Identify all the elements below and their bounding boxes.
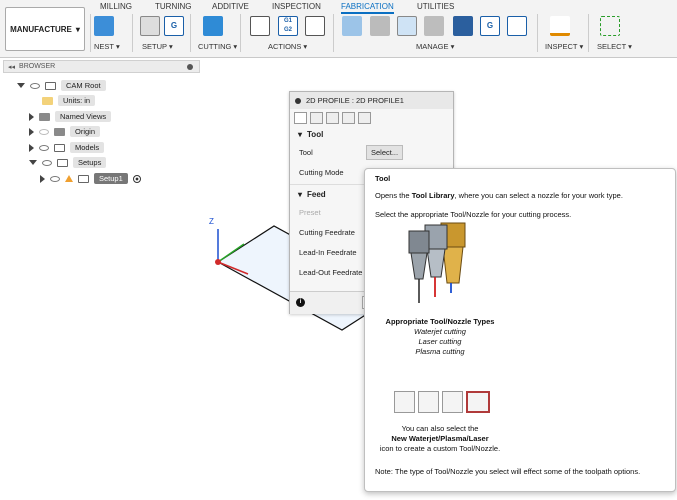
nozzle-illustration bbox=[408, 222, 466, 303]
z-axis-label: Z bbox=[209, 217, 214, 226]
new-plasma-icon bbox=[442, 391, 463, 413]
type-waterjet: Waterjet cutting bbox=[414, 327, 466, 336]
tool-section-header[interactable]: ▾ Tool bbox=[290, 127, 453, 142]
also-line1: You can also select the bbox=[401, 424, 479, 433]
lead-out-feedrate-label: Lead-Out Feedrate bbox=[299, 267, 363, 277]
new-custom-tool-icon bbox=[466, 391, 490, 413]
section-label: Tool bbox=[307, 130, 324, 139]
chevron-down-icon: ▾ bbox=[298, 130, 303, 139]
new-tool-icon-strip bbox=[394, 391, 490, 413]
select-tool-button[interactable]: Select... bbox=[366, 144, 404, 160]
info-icon[interactable]: i bbox=[296, 298, 305, 307]
new-waterjet-icon bbox=[394, 391, 415, 413]
new-laser-icon bbox=[418, 391, 439, 413]
types-heading: Appropriate Tool/Nozzle Types bbox=[385, 317, 495, 326]
tool-row: Tool Select... bbox=[290, 142, 453, 162]
cutting-feedrate-label: Cutting Feedrate bbox=[299, 227, 355, 237]
dialog-pin-icon[interactable] bbox=[295, 97, 301, 104]
preset-label: Preset bbox=[299, 207, 321, 217]
type-plasma: Plasma cutting bbox=[415, 347, 465, 356]
tool-label: Tool bbox=[299, 147, 313, 157]
tooltip-title: Tool bbox=[375, 174, 391, 183]
dialog-tabs bbox=[290, 109, 453, 127]
chevron-down-icon: ▾ bbox=[298, 190, 303, 199]
origin-point bbox=[215, 259, 221, 265]
lead-in-feedrate-label: Lead-In Feedrate bbox=[299, 247, 357, 257]
tab-heights-icon[interactable] bbox=[326, 112, 339, 124]
tooltip-line1-a: Opens the bbox=[375, 191, 412, 200]
dialog-titlebar[interactable]: 2D PROFILE : 2D PROFILE1 bbox=[290, 92, 453, 109]
tooltip-line1-b: Tool Library bbox=[411, 191, 455, 200]
also-line2: New Waterjet/Plasma/Laser bbox=[391, 434, 489, 443]
tab-linking-icon[interactable] bbox=[358, 112, 371, 124]
tooltip-line1-c: , where you can select a nozzle for your… bbox=[454, 191, 623, 200]
tooltip-line1: Opens the Tool Library, where you can se… bbox=[375, 191, 623, 200]
cutting-mode-label: Cutting Mode bbox=[299, 167, 344, 177]
also-line3: icon to create a custom Tool/Nozzle. bbox=[379, 444, 501, 453]
section-label: Feed bbox=[307, 190, 326, 199]
tab-geometry-icon[interactable] bbox=[310, 112, 323, 124]
tooltip-line2: Select the appropriate Tool/Nozzle for y… bbox=[375, 210, 572, 219]
tool-tooltip: Tool Opens the Tool Library, where you c… bbox=[364, 168, 676, 492]
dialog-title: 2D PROFILE : 2D PROFILE1 bbox=[306, 96, 404, 105]
tab-tool-icon[interactable] bbox=[294, 112, 307, 124]
tab-passes-icon[interactable] bbox=[342, 112, 355, 124]
type-laser: Laser cutting bbox=[418, 337, 462, 346]
tooltip-note: Note: The type of Tool/Nozzle you select… bbox=[375, 467, 641, 476]
